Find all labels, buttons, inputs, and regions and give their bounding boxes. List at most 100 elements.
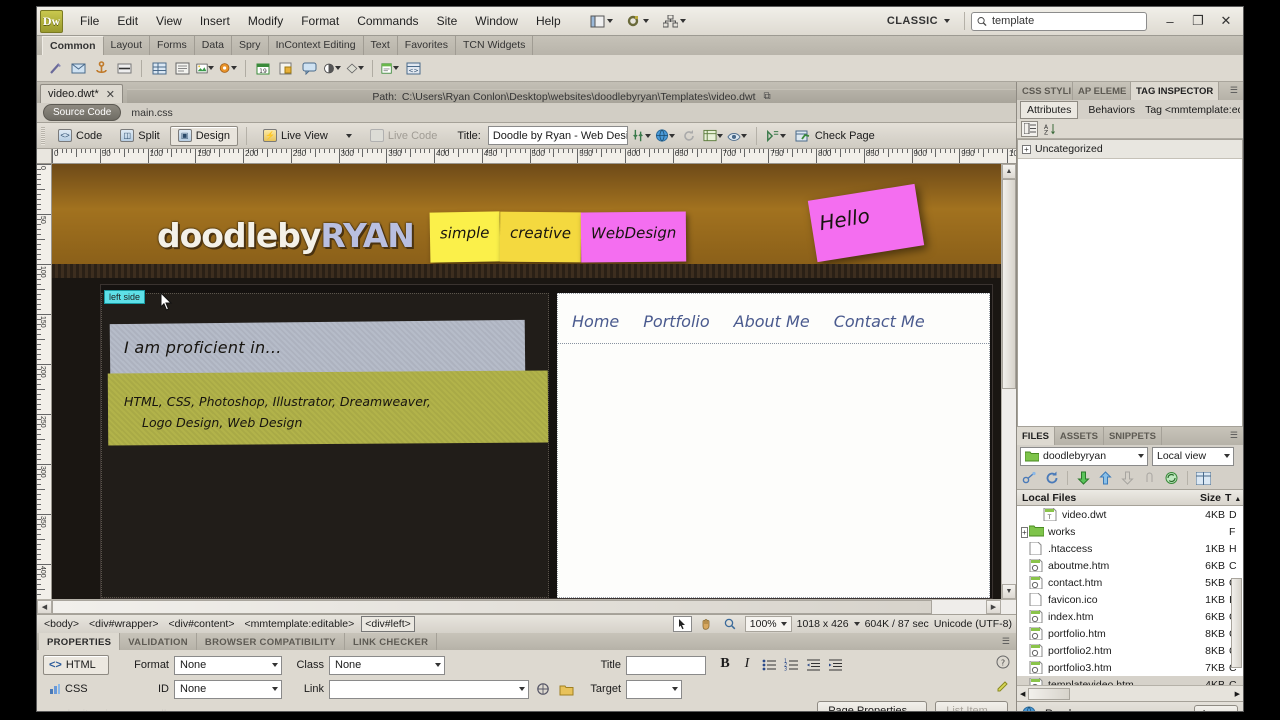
nav-item-home[interactable]: Home bbox=[572, 312, 619, 331]
tab-attributes[interactable]: Attributes bbox=[1020, 100, 1079, 119]
menu-site[interactable]: Site bbox=[428, 10, 467, 32]
insert-tab-text[interactable]: Text bbox=[364, 36, 398, 55]
file-row[interactable]: Tvideo.dwt 4KB D bbox=[1017, 506, 1243, 523]
files-hscroll-thumb[interactable] bbox=[1028, 687, 1071, 700]
search-input[interactable] bbox=[992, 15, 1141, 27]
help-icon[interactable]: ? bbox=[996, 655, 1010, 672]
quick-tag-editor-icon[interactable] bbox=[996, 678, 1010, 695]
panel-tab-ap-elements[interactable]: AP ELEME bbox=[1073, 82, 1131, 100]
nav-item-contact-me[interactable]: Contact Me bbox=[834, 312, 925, 331]
insert-tab-favorites[interactable]: Favorites bbox=[398, 36, 456, 55]
left-column[interactable]: I am proficient in... HTML, CSS, Photosh… bbox=[101, 293, 549, 598]
page-properties-button[interactable]: Page Properties... bbox=[817, 701, 928, 711]
file-row[interactable]: contact.htm5KBC bbox=[1017, 574, 1243, 591]
search-box[interactable] bbox=[971, 11, 1147, 31]
site-select[interactable]: doodlebyryan bbox=[1020, 446, 1148, 466]
table-icon[interactable] bbox=[149, 59, 169, 78]
related-file-main-css[interactable]: main.css bbox=[131, 107, 172, 119]
tag-div-left[interactable]: <div#left> bbox=[361, 616, 415, 632]
column-type[interactable]: T ▲ bbox=[1221, 492, 1243, 504]
panel-tab-snippets[interactable]: SNIPPETS bbox=[1104, 427, 1162, 445]
file-row[interactable]: .htaccess 1KB H bbox=[1017, 540, 1243, 557]
menu-help[interactable]: Help bbox=[527, 10, 570, 32]
panel-options-icon[interactable]: ☰ bbox=[1225, 82, 1243, 100]
date-icon[interactable]: 19 bbox=[253, 59, 273, 78]
expand-icon[interactable] bbox=[1195, 470, 1212, 487]
panel-tab-tag-inspector[interactable]: TAG INSPECTOR bbox=[1131, 82, 1220, 100]
insert-tab-tcn-widgets[interactable]: TCN Widgets bbox=[456, 36, 534, 55]
target-select[interactable] bbox=[626, 679, 682, 699]
id-select[interactable]: None bbox=[174, 679, 282, 699]
tag-div-content[interactable]: <div#content> bbox=[166, 617, 238, 631]
insert-tab-data[interactable]: Data bbox=[195, 36, 232, 55]
files-horizontal-scrollbar[interactable]: ◀ ▶ bbox=[1017, 685, 1243, 701]
nav-item-portfolio[interactable]: Portfolio bbox=[643, 312, 709, 331]
point-to-file-icon[interactable] bbox=[534, 680, 552, 698]
canvas-horizontal-scrollbar[interactable]: ◀ ▶ bbox=[37, 599, 1016, 614]
files-scroll-thumb[interactable] bbox=[1231, 578, 1242, 668]
live-view-options-button[interactable] bbox=[338, 126, 360, 146]
view-mode-select[interactable]: Local view bbox=[1152, 446, 1234, 466]
minimize-button[interactable]: – bbox=[1157, 11, 1183, 31]
tab-browser-compatibility[interactable]: BROWSER COMPATIBILITY bbox=[197, 633, 345, 650]
hyperlink-icon[interactable] bbox=[45, 59, 65, 78]
ordered-list-icon[interactable]: 123 bbox=[782, 655, 800, 673]
file-row[interactable]: index.htm6KBC bbox=[1017, 608, 1243, 625]
design-view-canvas[interactable]: doodlebyRYAN simple creative WebDesign H… bbox=[52, 164, 1001, 599]
insert-tab-spry[interactable]: Spry bbox=[232, 36, 269, 55]
tab-validation[interactable]: VALIDATION bbox=[120, 633, 197, 650]
comment-icon[interactable] bbox=[299, 59, 319, 78]
server-side-include-icon[interactable] bbox=[276, 59, 296, 78]
site-management-icon[interactable] bbox=[657, 11, 692, 32]
zoom-level-select[interactable]: 100% bbox=[744, 616, 792, 632]
tab-behaviors[interactable]: Behaviors bbox=[1081, 101, 1142, 119]
connect-icon[interactable] bbox=[1021, 470, 1038, 487]
scroll-left-icon[interactable]: ◀ bbox=[1017, 690, 1028, 698]
panel-options-icon[interactable]: ☰ bbox=[996, 633, 1016, 650]
panel-tab-assets[interactable]: ASSETS bbox=[1055, 427, 1104, 445]
layout-switcher-icon[interactable] bbox=[584, 11, 619, 32]
show-category-view-icon[interactable] bbox=[1021, 120, 1038, 137]
visual-aids-icon[interactable] bbox=[702, 126, 724, 146]
maximize-button[interactable]: ❐ bbox=[1185, 11, 1211, 31]
images-icon[interactable] bbox=[195, 59, 215, 78]
horizontal-rule-icon[interactable] bbox=[114, 59, 134, 78]
link-input[interactable] bbox=[329, 679, 529, 699]
html-mode-button[interactable]: <> HTML bbox=[43, 655, 109, 675]
browse-folder-icon[interactable] bbox=[557, 680, 575, 698]
format-select[interactable]: None bbox=[174, 655, 282, 675]
tag-mmtemplate-editable[interactable]: <mmtemplate:editable> bbox=[241, 617, 357, 631]
file-row[interactable]: portfolio3.htm7KBC bbox=[1017, 659, 1243, 676]
tab-properties[interactable]: PROPERTIES bbox=[39, 633, 121, 650]
menu-window[interactable]: Window bbox=[466, 10, 527, 32]
title-attr-input[interactable] bbox=[626, 655, 706, 675]
named-anchor-icon[interactable] bbox=[91, 59, 111, 78]
attribute-category-uncategorized[interactable]: + Uncategorized bbox=[1018, 140, 1242, 159]
head-content-icon[interactable] bbox=[322, 59, 342, 78]
insert-tab-forms[interactable]: Forms bbox=[150, 36, 195, 55]
file-row[interactable]: aboutme.htm 6KB C bbox=[1017, 557, 1243, 574]
synchronize-icon[interactable] bbox=[1163, 470, 1180, 487]
workspace-switcher-button[interactable]: CLASSIC bbox=[879, 11, 958, 31]
zoom-tool-icon[interactable] bbox=[721, 616, 740, 632]
file-row[interactable]: portfolio.htm8KBC bbox=[1017, 625, 1243, 642]
scroll-left-button[interactable]: ◀ bbox=[37, 600, 52, 614]
scroll-down-button[interactable]: ▼ bbox=[1002, 584, 1016, 599]
menu-modify[interactable]: Modify bbox=[239, 10, 292, 32]
email-link-icon[interactable] bbox=[68, 59, 88, 78]
panel-options-icon[interactable]: ☰ bbox=[1225, 427, 1243, 445]
menu-view[interactable]: View bbox=[147, 10, 191, 32]
column-local-files[interactable]: Local Files bbox=[1017, 492, 1185, 504]
scroll-right-icon[interactable]: ▶ bbox=[1232, 690, 1243, 698]
insert-div-tag-icon[interactable] bbox=[172, 59, 192, 78]
expand-icon[interactable]: + bbox=[1021, 526, 1028, 538]
close-button[interactable]: ✕ bbox=[1213, 11, 1239, 31]
outdent-icon[interactable] bbox=[804, 655, 822, 673]
class-select[interactable]: None bbox=[329, 655, 445, 675]
canvas-vertical-scrollbar[interactable]: ▲ ▼ bbox=[1001, 164, 1016, 599]
unordered-list-icon[interactable] bbox=[760, 655, 778, 673]
source-code-button[interactable]: Source Code bbox=[43, 104, 122, 121]
menu-insert[interactable]: Insert bbox=[191, 10, 239, 32]
scroll-thumb-vertical[interactable] bbox=[1002, 179, 1016, 389]
refresh-icon[interactable] bbox=[1043, 470, 1060, 487]
